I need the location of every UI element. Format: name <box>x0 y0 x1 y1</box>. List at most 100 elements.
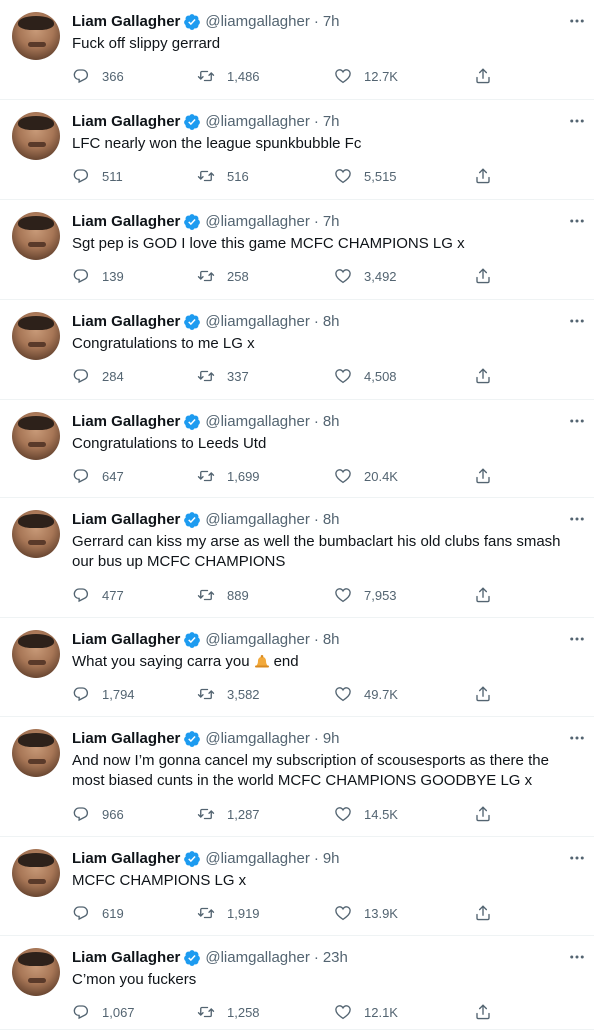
retweet-button[interactable]: 1,919 <box>197 904 334 922</box>
tweet[interactable]: Liam Gallagher @liamgallagher · 9h And n… <box>0 717 594 837</box>
author-name[interactable]: Liam Gallagher <box>72 729 180 749</box>
like-button[interactable]: 5,515 <box>334 167 474 185</box>
reply-button[interactable]: 477 <box>72 586 197 604</box>
more-options-icon[interactable] <box>568 948 586 966</box>
more-options-icon[interactable] <box>568 12 586 30</box>
tweet[interactable]: Liam Gallagher @liamgallagher · 23h C’mo… <box>0 936 594 1030</box>
tweet[interactable]: Liam Gallagher @liamgallagher · 8h What … <box>0 618 594 717</box>
tweet[interactable]: Liam Gallagher @liamgallagher · 7h LFC n… <box>0 100 594 200</box>
avatar[interactable] <box>12 12 60 60</box>
tweet-time[interactable]: 23h <box>323 948 348 968</box>
tweet[interactable]: Liam Gallagher @liamgallagher · 7h Fuck … <box>0 0 594 100</box>
share-button[interactable] <box>474 367 492 385</box>
more-options-icon[interactable] <box>568 729 586 747</box>
reply-button[interactable]: 511 <box>72 167 197 185</box>
author-handle[interactable]: @liamgallagher <box>205 948 309 968</box>
avatar[interactable] <box>12 729 60 777</box>
author-handle[interactable]: @liamgallagher <box>205 729 309 749</box>
reply-button[interactable]: 366 <box>72 67 197 85</box>
share-button[interactable] <box>474 67 492 85</box>
share-button[interactable] <box>474 1003 492 1021</box>
share-button[interactable] <box>474 904 492 922</box>
author-name[interactable]: Liam Gallagher <box>72 212 180 232</box>
retweet-button[interactable]: 258 <box>197 267 334 285</box>
avatar[interactable] <box>12 948 60 996</box>
author-name[interactable]: Liam Gallagher <box>72 312 180 332</box>
tweet-time[interactable]: 9h <box>323 729 340 749</box>
author-name[interactable]: Liam Gallagher <box>72 112 180 132</box>
avatar[interactable] <box>12 510 60 558</box>
more-options-icon[interactable] <box>568 312 586 330</box>
reply-button[interactable]: 1,794 <box>72 685 197 703</box>
share-button[interactable] <box>474 586 492 604</box>
author-handle[interactable]: @liamgallagher <box>205 630 309 650</box>
retweet-button[interactable]: 1,287 <box>197 805 334 823</box>
author-handle[interactable]: @liamgallagher <box>205 12 309 32</box>
avatar[interactable] <box>12 849 60 897</box>
retweet-button[interactable]: 1,486 <box>197 67 334 85</box>
tweet[interactable]: Liam Gallagher @liamgallagher · 8h Gerra… <box>0 498 594 618</box>
author-handle[interactable]: @liamgallagher <box>205 412 309 432</box>
tweet-time[interactable]: 9h <box>323 849 340 869</box>
reply-button[interactable]: 966 <box>72 805 197 823</box>
tweet-time[interactable]: 7h <box>323 212 340 232</box>
tweet[interactable]: Liam Gallagher @liamgallagher · 8h Congr… <box>0 400 594 498</box>
retweet-button[interactable]: 1,699 <box>197 467 334 485</box>
like-button[interactable]: 7,953 <box>334 586 474 604</box>
like-button[interactable]: 3,492 <box>334 267 474 285</box>
author-handle[interactable]: @liamgallagher <box>205 510 309 530</box>
tweet-time[interactable]: 8h <box>323 630 340 650</box>
author-name[interactable]: Liam Gallagher <box>72 412 180 432</box>
author-name[interactable]: Liam Gallagher <box>72 12 180 32</box>
author-handle[interactable]: @liamgallagher <box>205 312 309 332</box>
retweet-button[interactable]: 889 <box>197 586 334 604</box>
more-options-icon[interactable] <box>568 212 586 230</box>
avatar[interactable] <box>12 312 60 360</box>
like-button[interactable]: 49.7K <box>334 685 474 703</box>
retweet-button[interactable]: 516 <box>197 167 334 185</box>
tweet-time[interactable]: 8h <box>323 312 340 332</box>
author-name[interactable]: Liam Gallagher <box>72 948 180 968</box>
tweet[interactable]: Liam Gallagher @liamgallagher · 7h Sgt p… <box>0 200 594 300</box>
like-button[interactable]: 14.5K <box>334 805 474 823</box>
share-button[interactable] <box>474 805 492 823</box>
avatar[interactable] <box>12 112 60 160</box>
reply-button[interactable]: 1,067 <box>72 1003 197 1021</box>
share-button[interactable] <box>474 167 492 185</box>
retweet-button[interactable]: 3,582 <box>197 685 334 703</box>
tweet-time[interactable]: 8h <box>323 510 340 530</box>
like-button[interactable]: 20.4K <box>334 467 474 485</box>
author-handle[interactable]: @liamgallagher <box>205 849 309 869</box>
more-options-icon[interactable] <box>568 630 586 648</box>
like-button[interactable]: 4,508 <box>334 367 474 385</box>
tweet-time[interactable]: 8h <box>323 412 340 432</box>
share-button[interactable] <box>474 685 492 703</box>
tweet-time[interactable]: 7h <box>323 12 340 32</box>
like-button[interactable]: 13.9K <box>334 904 474 922</box>
more-options-icon[interactable] <box>568 412 586 430</box>
more-options-icon[interactable] <box>568 849 586 867</box>
author-name[interactable]: Liam Gallagher <box>72 630 180 650</box>
author-handle[interactable]: @liamgallagher <box>205 112 309 132</box>
avatar[interactable] <box>12 630 60 678</box>
more-options-icon[interactable] <box>568 510 586 528</box>
share-button[interactable] <box>474 467 492 485</box>
retweet-button[interactable]: 1,258 <box>197 1003 334 1021</box>
author-name[interactable]: Liam Gallagher <box>72 849 180 869</box>
author-handle[interactable]: @liamgallagher <box>205 212 309 232</box>
reply-button[interactable]: 647 <box>72 467 197 485</box>
more-options-icon[interactable] <box>568 112 586 130</box>
reply-button[interactable]: 139 <box>72 267 197 285</box>
tweet[interactable]: Liam Gallagher @liamgallagher · 9h MCFC … <box>0 837 594 936</box>
tweet[interactable]: Liam Gallagher @liamgallagher · 8h Congr… <box>0 300 594 400</box>
retweet-button[interactable]: 337 <box>197 367 334 385</box>
like-button[interactable]: 12.1K <box>334 1003 474 1021</box>
like-button[interactable]: 12.7K <box>334 67 474 85</box>
avatar[interactable] <box>12 212 60 260</box>
reply-button[interactable]: 284 <box>72 367 197 385</box>
author-name[interactable]: Liam Gallagher <box>72 510 180 530</box>
reply-button[interactable]: 619 <box>72 904 197 922</box>
share-button[interactable] <box>474 267 492 285</box>
avatar[interactable] <box>12 412 60 460</box>
tweet-time[interactable]: 7h <box>323 112 340 132</box>
